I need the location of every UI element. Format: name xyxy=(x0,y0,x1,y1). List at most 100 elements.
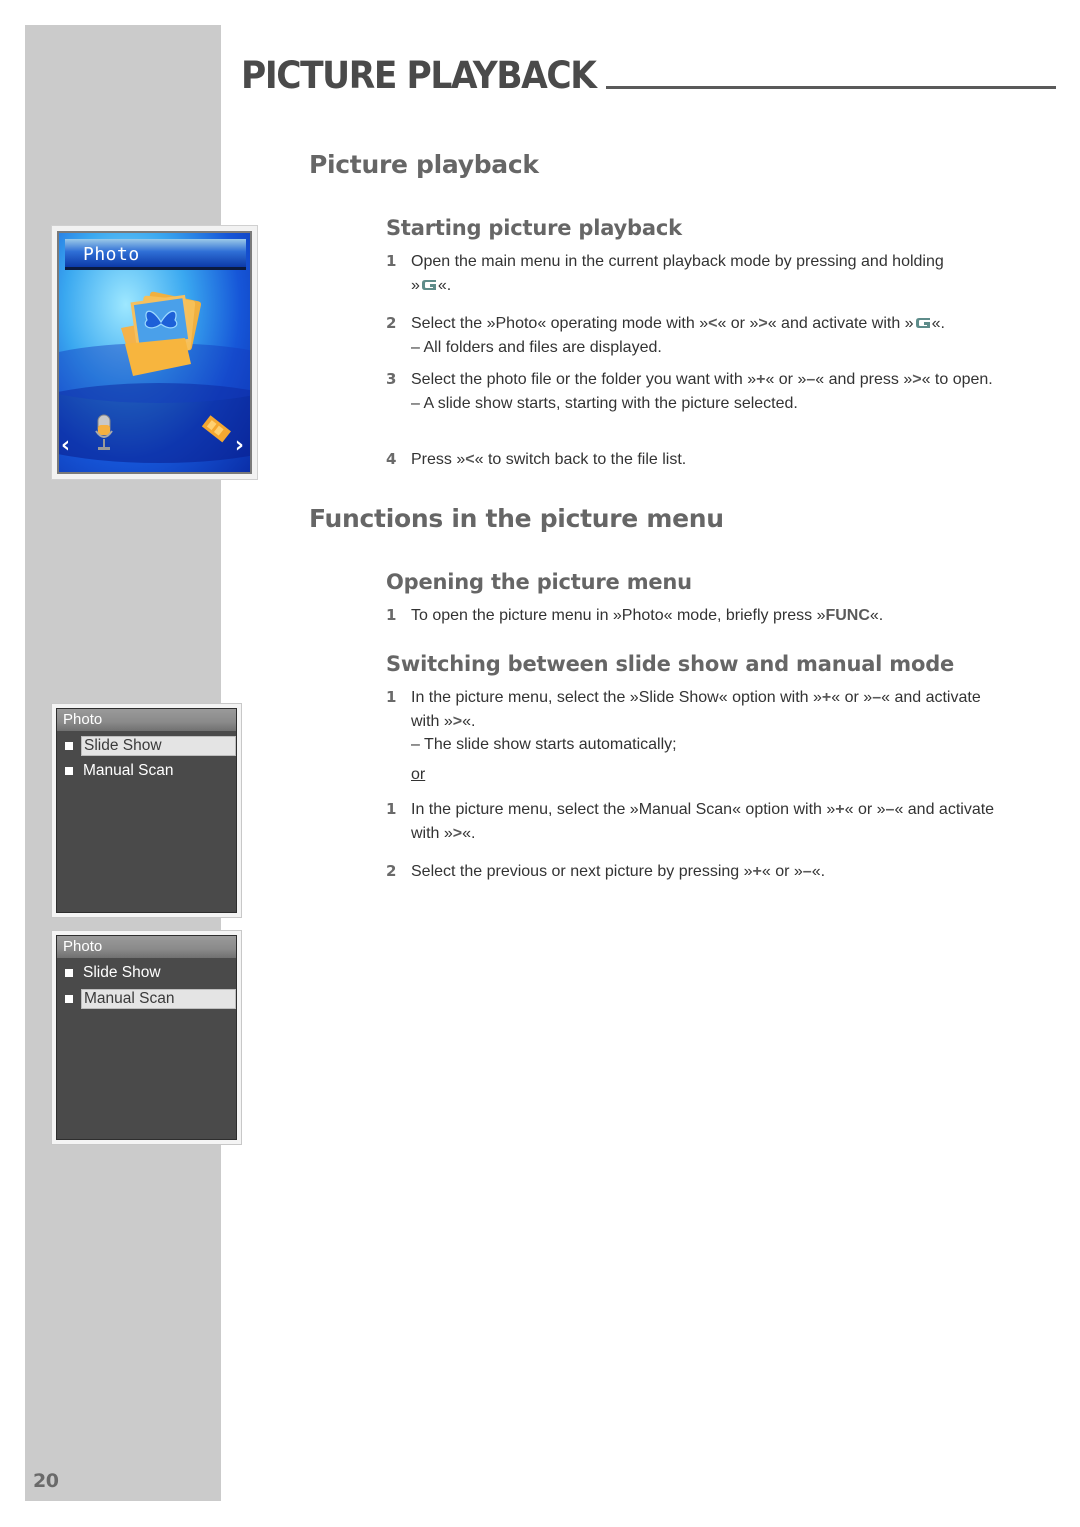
bullet-icon xyxy=(65,767,73,775)
menu-title: Photo xyxy=(63,938,103,955)
or-separator: or xyxy=(411,766,426,783)
func-key-label: FUNC xyxy=(825,607,870,624)
step-text-part: » xyxy=(411,276,420,294)
step-item: 1 To open the picture menu in »Photo« mo… xyxy=(386,604,996,628)
step-result: – A slide show starts, starting with the… xyxy=(411,394,798,412)
menu-item-label: Manual Scan xyxy=(83,762,174,779)
g-button-icon xyxy=(421,279,436,290)
plus-key-icon: + xyxy=(821,689,832,706)
minus-key-icon: – xyxy=(806,371,816,388)
step-text-part: In the picture menu, select the »Slide S… xyxy=(411,689,822,706)
step-text-part: « and press » xyxy=(815,371,913,388)
screen-title: Photo xyxy=(83,244,140,265)
bullet-icon xyxy=(65,742,73,750)
step-text-part: «. xyxy=(869,607,884,624)
right-key-icon: > xyxy=(912,371,922,388)
subsection-title-starting: Starting picture playback xyxy=(386,216,682,240)
right-key-icon: > xyxy=(452,824,463,842)
film-icon xyxy=(201,415,231,443)
step-text-part: «. xyxy=(462,824,476,842)
step-text-part: Press » xyxy=(411,451,466,468)
page-title: PICTURE PLAYBACK xyxy=(241,54,597,97)
step-text-part: To open the picture menu in »Photo« mode… xyxy=(411,607,826,624)
menu-item-label: Slide Show xyxy=(83,964,161,981)
photo-folder-icon xyxy=(121,291,202,376)
step-item: 2 Select the »Photo« operating mode with… xyxy=(386,312,996,359)
step-item: 4 Press »<« to switch back to the file l… xyxy=(386,448,996,472)
menu-item-manual-scan[interactable]: Manual Scan xyxy=(57,761,236,781)
step-item: 2 Select the previous or next picture by… xyxy=(386,860,996,884)
menu-item-slide-show[interactable]: Slide Show xyxy=(57,963,236,983)
step-result: – All folders and files are displayed. xyxy=(411,338,662,356)
subsection-title-opening: Opening the picture menu xyxy=(386,570,692,594)
step-text: Select the previous or next picture by p… xyxy=(411,860,996,884)
menu-title-bar: Photo xyxy=(57,709,236,731)
menu-item-manual-scan[interactable]: Manual Scan xyxy=(57,989,236,1009)
step-text-part: Select the photo file or the folder you … xyxy=(411,371,757,388)
step-text: To open the picture menu in »Photo« mode… xyxy=(411,604,996,628)
section-title-picture-playback: Picture playback xyxy=(309,150,539,179)
microphone-icon xyxy=(95,414,113,450)
left-key-icon: < xyxy=(465,451,475,468)
step-result: – The slide show starts automatically; xyxy=(411,736,677,753)
bullet-icon xyxy=(65,995,73,1003)
menu-item-label: Manual Scan xyxy=(81,989,236,1009)
step-text-part: «. xyxy=(437,276,452,294)
step-text-part: Select the previous or next picture by p… xyxy=(411,863,753,880)
menu-item-label: Slide Show xyxy=(81,736,236,756)
step-number: 3 xyxy=(386,370,397,388)
page-number: 20 xyxy=(33,1470,59,1492)
step-text-part: In the picture menu, select the »Manual … xyxy=(411,801,836,818)
step-text-part: « to switch back to the file list. xyxy=(474,451,687,468)
step-text-part: « or » xyxy=(844,801,886,818)
device-screenshot-photo-home: Photo ‹ › xyxy=(51,225,258,480)
device-screen: Photo ‹ › xyxy=(57,231,252,474)
subsection-title-switching: Switching between slide show and manual … xyxy=(386,652,955,676)
right-key-icon: > xyxy=(452,712,463,730)
step-text-part: « and activate with » xyxy=(767,315,914,332)
step-text: In the picture menu, select the »Manual … xyxy=(411,798,996,845)
device-screenshot-menu-slideshow: Photo Slide Show Manual Scan xyxy=(51,703,242,918)
step-item: 1 In the picture menu, select the »Manua… xyxy=(386,798,996,845)
screen-title-bar: Photo xyxy=(65,239,246,270)
previous-arrow-icon: ‹ xyxy=(61,433,71,458)
step-text: Open the main menu in the current playba… xyxy=(411,250,996,297)
step-number: 1 xyxy=(386,800,397,818)
step-text: Press »<« to switch back to the file lis… xyxy=(411,448,996,472)
device-screen: Photo Slide Show Manual Scan xyxy=(56,708,237,913)
menu-title-bar: Photo xyxy=(57,936,236,958)
step-text-part: « or » xyxy=(765,371,807,388)
plus-key-icon: + xyxy=(835,801,845,818)
step-text-part: «. xyxy=(931,315,945,332)
step-number: 1 xyxy=(386,688,397,706)
step-text-part: « or » xyxy=(761,863,803,880)
device-screenshot-menu-manual: Photo Slide Show Manual Scan xyxy=(51,930,242,1145)
page-header: PICTURE PLAYBACK xyxy=(241,46,1056,96)
minus-key-icon: – xyxy=(872,689,882,706)
step-text-part: Open the main menu in the current playba… xyxy=(411,253,944,270)
step-number: 1 xyxy=(386,252,397,270)
step-text: In the picture menu, select the »Slide S… xyxy=(411,686,996,733)
step-text: Select the photo file or the folder you … xyxy=(411,368,996,392)
header-rule xyxy=(606,86,1056,89)
step-item: 1 Open the main menu in the current play… xyxy=(386,250,996,297)
minus-key-icon: – xyxy=(802,863,812,880)
menu-item-slide-show[interactable]: Slide Show xyxy=(57,736,236,756)
step-number: 2 xyxy=(386,314,397,332)
step-item: 3 Select the photo file or the folder yo… xyxy=(386,368,996,415)
step-text-part: « or » xyxy=(831,689,873,706)
step-text-part: «. xyxy=(811,863,826,880)
bullet-icon xyxy=(65,969,73,977)
next-arrow-icon: › xyxy=(234,433,244,458)
step-number: 2 xyxy=(386,862,397,880)
g-button-icon xyxy=(915,318,930,328)
right-key-icon: > xyxy=(758,315,768,332)
menu-title: Photo xyxy=(63,711,103,728)
step-text-part: «. xyxy=(462,712,476,730)
device-screen: Photo Slide Show Manual Scan xyxy=(56,935,237,1140)
step-text-part: « to open. xyxy=(921,371,993,388)
step-number: 4 xyxy=(386,450,397,468)
step-item: 1 In the picture menu, select the »Slide… xyxy=(386,686,996,757)
step-number: 1 xyxy=(386,606,397,624)
step-text: Select the »Photo« operating mode with »… xyxy=(411,312,996,336)
